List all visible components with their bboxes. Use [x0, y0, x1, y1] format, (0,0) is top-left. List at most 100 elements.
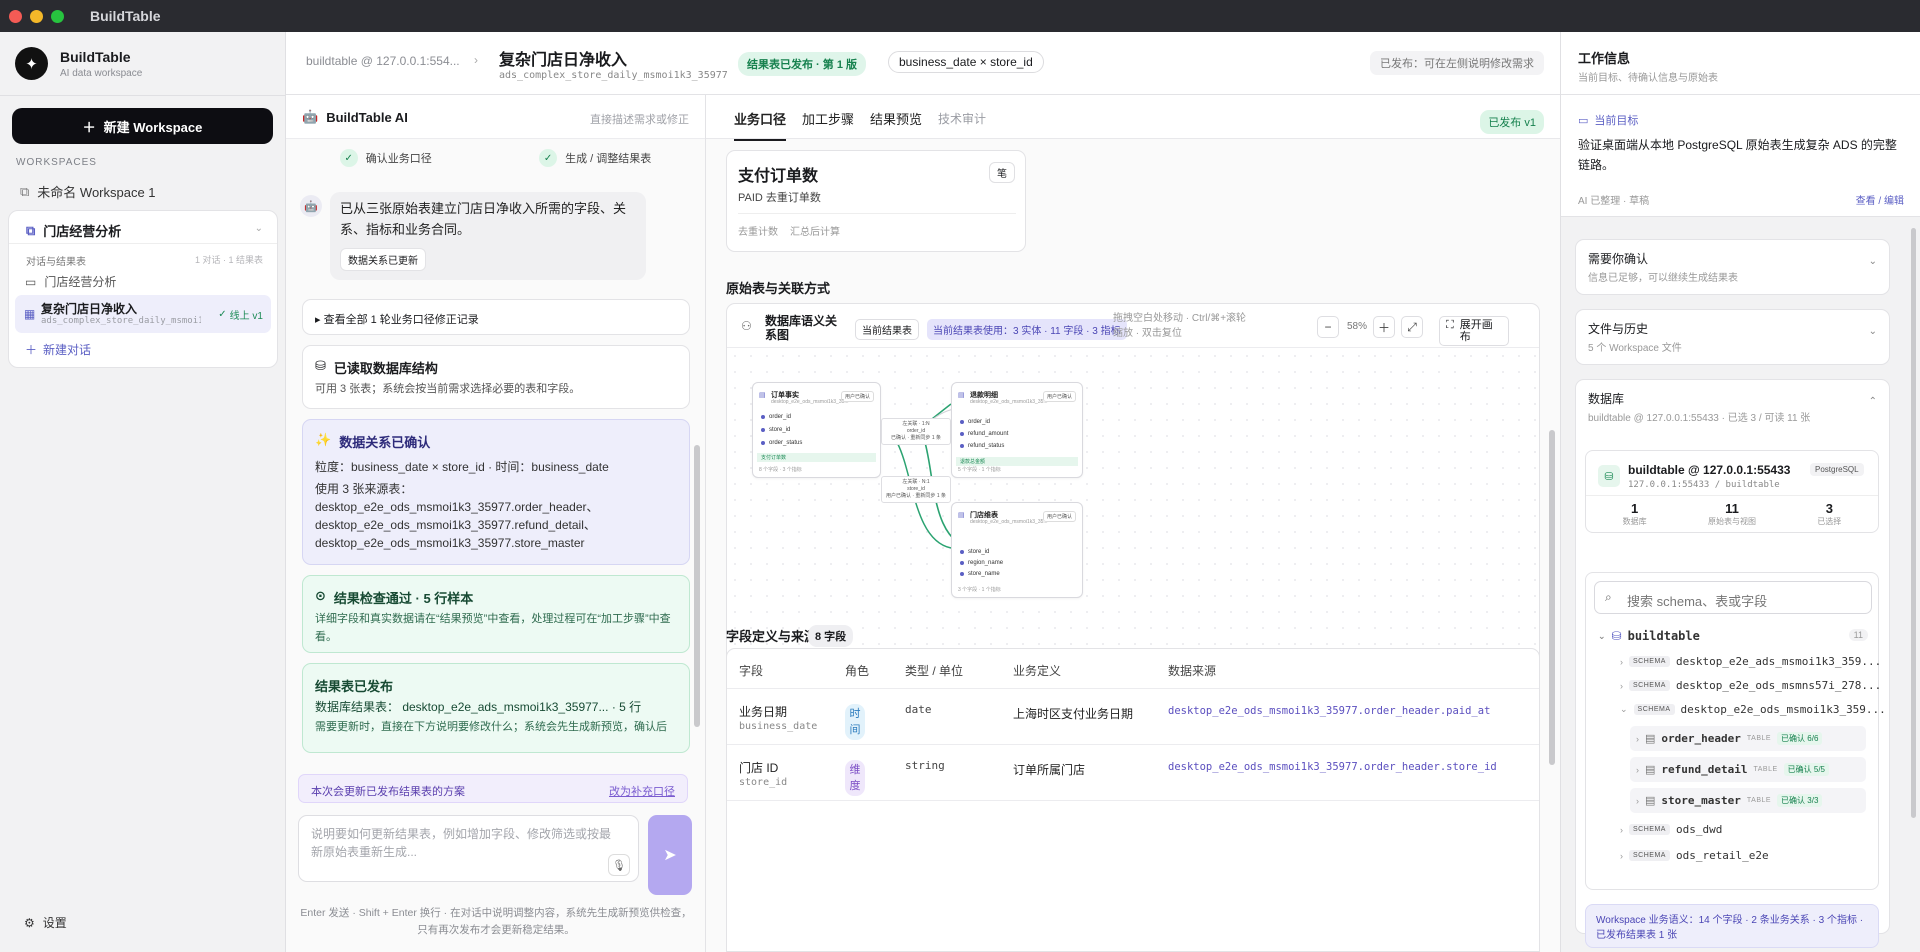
sidebar: ✦ BuildTable AI data workspace ＋ 新建 Works… — [0, 32, 286, 952]
window-title: BuildTable — [90, 8, 161, 24]
bot-icon: 🤖 — [302, 109, 319, 124]
goal-edit-link[interactable]: 查看 / 编辑 — [1856, 192, 1904, 207]
new-conversation-button[interactable]: ＋ 新建对话 — [25, 341, 91, 358]
tree-node-label: desktop_e2e_ods_msmoi1k3_359... — [1680, 703, 1886, 716]
entity-field: store_id — [761, 427, 790, 433]
new-workspace-button[interactable]: ＋ 新建 Workspace — [12, 108, 273, 144]
tree-table-node[interactable]: › ▤ order_header TABLE 已确认 6/6 — [1630, 726, 1866, 751]
entity-status: 用户已确认 — [840, 391, 874, 402]
switch-mode-link[interactable]: 改为补充口径 — [609, 783, 675, 799]
entity-field: order_id — [761, 414, 791, 420]
plus-icon: ＋ — [25, 343, 38, 357]
right-panel-scrollbar[interactable] — [1911, 228, 1916, 818]
update-mode-text: 本次会更新已发布结果表的方案 — [311, 786, 465, 798]
entity-field: order_status — [761, 440, 802, 446]
files-accordion[interactable]: 文件与历史 5 个 Workspace 文件 ⌄ — [1575, 309, 1890, 365]
page-subtitle: ads_complex_store_daily_msmoi1k3_35977 — [499, 70, 728, 81]
metric-aggregation: 去重计数 — [738, 227, 778, 238]
tab-processing-steps[interactable]: 加工步骤 — [802, 109, 854, 128]
chevron-up-icon[interactable]: ⌃ — [1869, 396, 1877, 407]
entity-field: store_id — [960, 549, 989, 555]
table-icon: ▤ — [1645, 733, 1656, 745]
expand-canvas-button[interactable]: ⛶ 展开画布 — [1439, 316, 1509, 346]
schema-read-card: ⛁ 已读取数据库结构 可用 3 张表；系统会按当前需求选择必要的表和字段。 — [302, 345, 690, 409]
plus-icon: ＋ — [82, 119, 96, 135]
chevron-right-icon: › — [1636, 733, 1639, 744]
workspace-semantic-summary: Workspace 业务语义：14 个字段 · 2 条业务关系 · 3 个指标 … — [1585, 904, 1879, 948]
connection-name: buildtable @ 127.0.0.1:55433 — [1628, 463, 1791, 477]
workspace-item-1[interactable]: ⧉ 未命名 Workspace 1 — [20, 182, 156, 201]
field-type: string — [905, 759, 945, 772]
minimize-window-button[interactable] — [30, 9, 43, 23]
chat-icon: ▭ — [1578, 114, 1589, 127]
tree-database-node[interactable]: ⌄ ⛁ buildtable — [1598, 629, 1700, 643]
confirm-accordion[interactable]: 需要你确认 信息已足够，可以继续生成结果表 ⌄ — [1575, 239, 1890, 295]
zoom-in-button[interactable]: ＋ — [1373, 316, 1395, 338]
accordion-title: 需要你确认 — [1588, 252, 1649, 266]
settings-button[interactable]: ⚙ 设置 — [24, 914, 67, 931]
entity-node-order[interactable]: ▤ 订单事实 desktop_e2e_ods_msmoi1k3_35... 用户… — [752, 382, 881, 478]
assistant-message: 已从三张原始表建立门店日净收入所需的字段、关系、指标和业务合同。 数据关系已更新 — [330, 192, 646, 280]
schema-badge: SCHEMA — [1633, 704, 1675, 715]
fields-table: 字段 角色 类型 / 单位 业务定义 数据来源 业务日期 business_da… — [726, 648, 1540, 952]
main-scrollbar[interactable] — [1549, 430, 1555, 765]
step-label: 确认业务口径 — [365, 153, 432, 165]
entity-node-refund[interactable]: ▤ 退款明细 desktop_e2e_ods_msmoi1k3_35... 用户… — [951, 382, 1083, 478]
tab-result-preview[interactable]: 结果预览 — [870, 109, 922, 128]
stat-label: 已选择 — [1817, 517, 1842, 526]
tab-tech-audit[interactable]: 技术审计 — [938, 110, 986, 127]
chat-hint: 直接描述需求或修正 — [590, 114, 689, 126]
database-icon: ⛁ — [1611, 629, 1622, 643]
history-toggle[interactable]: ▸ 查看全部 1 轮业务口径修正记录 — [302, 299, 690, 335]
check-icon: ✓ — [539, 149, 558, 167]
schema-search-input[interactable]: ⌕ 搜索 schema、表或字段 — [1594, 581, 1872, 614]
table-icon: ▦ — [24, 307, 36, 321]
entity-field: store_name — [960, 571, 1000, 577]
stat-databases: 1 数据库 — [1586, 501, 1683, 527]
field-name: 门店 ID — [739, 761, 779, 775]
tree-count-badge: 11 — [1848, 629, 1868, 641]
schema-badge: SCHEMA — [1629, 656, 1670, 667]
tab-business-scope[interactable]: 业务口径 — [734, 109, 787, 141]
card-body: 可用 3 张表；系统会按当前需求选择必要的表和字段。 — [315, 383, 581, 395]
schema-badge: SCHEMA — [1629, 850, 1670, 861]
col-header-definition: 业务定义 — [1013, 664, 1062, 678]
chat-panel: 🤖 BuildTable AI 直接描述需求或修正 ✓ 确认业务口径 ✓ 生成 / 调… — [286, 95, 706, 952]
status-badge: ✓ 线上 v1 — [218, 307, 263, 322]
zoom-window-button[interactable] — [51, 9, 64, 23]
panel-title: 工作信息 — [1578, 51, 1631, 66]
chat-input[interactable]: 说明要如何更新结果表，例如增加字段、修改筛选或按最新原始表重新生成... 🎙 — [298, 815, 639, 882]
result-table-item-active[interactable]: ▦ 复杂门店日净收入 ads_complex_store_daily_msmoi… — [15, 295, 271, 333]
workspace-icon: ⧉ — [20, 183, 30, 199]
tree-schema-node[interactable]: › SCHEMA ods_retail_e2e — [1620, 849, 1769, 862]
chat-scrollbar[interactable] — [694, 445, 700, 727]
conversation-label: 门店经营分析 — [44, 275, 117, 289]
join-label-2[interactable]: 左关联 · N:1 store_id 用户已确认 · 重新同步 1 条 — [881, 476, 951, 503]
metric-calc-timing: 汇总后计算 — [790, 227, 840, 238]
close-window-button[interactable] — [9, 9, 22, 23]
fit-view-icon[interactable]: ⤢ — [1401, 316, 1423, 338]
tree-node-label: ods_retail_e2e — [1675, 849, 1769, 862]
breadcrumb[interactable]: buildtable @ 127.0.0.1:554... — [306, 54, 460, 68]
workspace-item-2[interactable]: ⧉ 门店经营分析 — [26, 221, 121, 240]
microphone-icon[interactable]: 🎙 — [608, 854, 630, 876]
entity-node-store[interactable]: ▤ 门店维表 desktop_e2e_ods_msmoi1k3_35... 用户… — [951, 502, 1083, 598]
join-label-1[interactable]: 左关联 · 1:N order_id 已确认 · 重新同步 1 条 — [881, 418, 951, 445]
tree-table-node[interactable]: › ▤ store_master TABLE 已确认 3/3 — [1630, 788, 1866, 813]
chevron-down-icon[interactable]: ⌄ — [255, 223, 263, 234]
tree-schema-node[interactable]: › SCHEMA ods_dwd — [1620, 823, 1722, 836]
card-title: 结果表已发布 — [315, 679, 394, 694]
tree-schema-node[interactable]: › SCHEMA desktop_e2e_ods_msmns57i_278... — [1620, 679, 1881, 692]
tree-schema-node[interactable]: › SCHEMA desktop_e2e_ads_msmoi1k3_359... — [1620, 655, 1881, 668]
send-button[interactable]: ➤ — [648, 815, 692, 895]
send-icon: ➤ — [663, 847, 677, 864]
check-icon: ✓ — [339, 149, 358, 167]
tree-schema-node[interactable]: ⌄ SCHEMA desktop_e2e_ods_msmoi1k3_359... — [1620, 703, 1886, 716]
progress-steps: ✓ 确认业务口径 ✓ 生成 / 调整结果表 — [286, 149, 705, 167]
sparkle-icon: ✨ — [315, 432, 332, 447]
conversation-item[interactable]: ▭ 门店经营分析 — [25, 273, 116, 290]
relation-card: ✨ 数据关系已确认 粒度：business_date × store_id · 时… — [302, 419, 690, 565]
zoom-out-button[interactable]: − — [1317, 316, 1339, 338]
confirm-badge: 已确认 3/3 — [1777, 794, 1823, 807]
tree-table-node[interactable]: › ▤ refund_detail TABLE 已确认 5/5 — [1630, 757, 1866, 782]
